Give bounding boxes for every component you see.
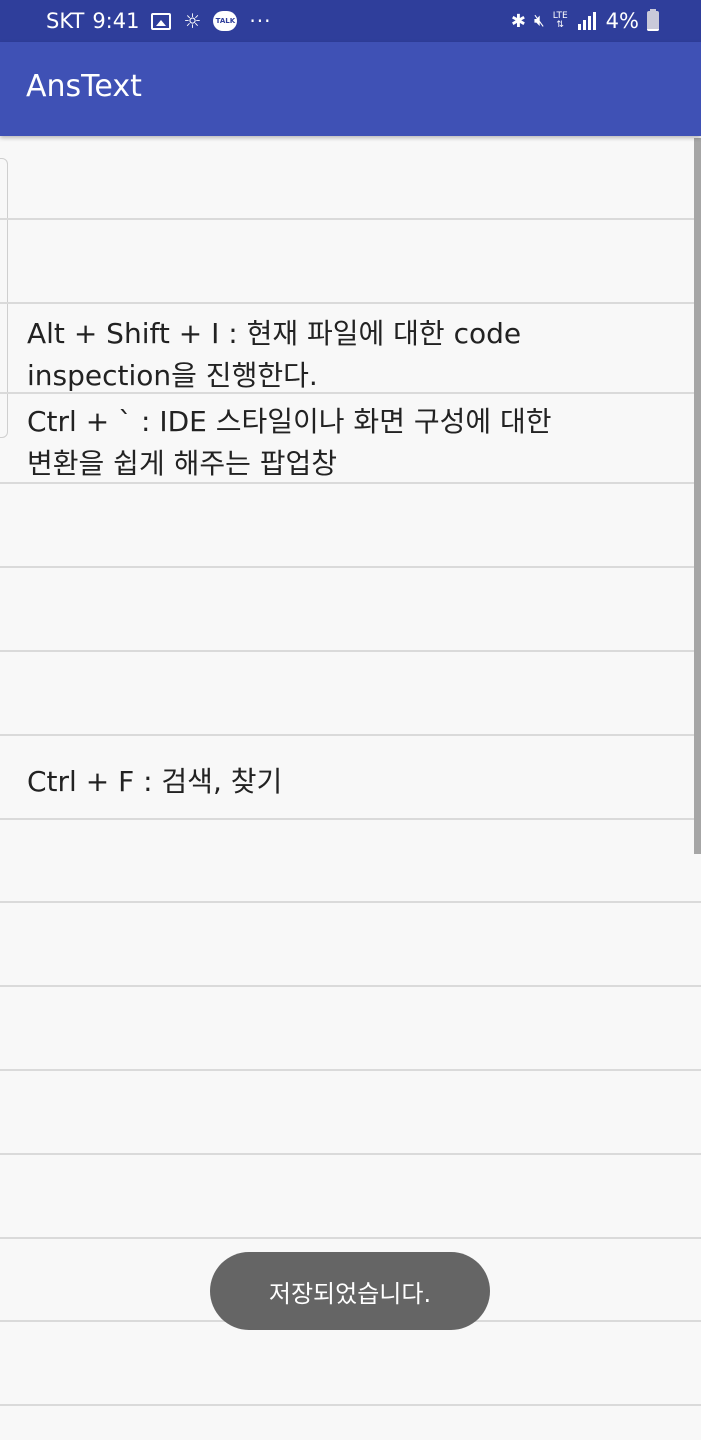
lte-icon: LTE ⇅ — [552, 11, 568, 30]
mute-icon: 🔇︎ — [533, 11, 545, 31]
brightness-icon: ☼ — [183, 9, 202, 33]
status-bar: SKT 9:41 ☼ TALK ··· ✱ 🔇︎ LTE ⇅ 4% — [0, 0, 701, 42]
battery-percent: 4% — [605, 9, 639, 33]
app-bar: AnsText — [0, 42, 701, 136]
note-text-line[interactable]: Ctrl + F : 검색, 찾기 — [27, 760, 667, 800]
ruled-line — [0, 218, 701, 220]
ruled-line — [0, 1153, 701, 1155]
ruled-line — [0, 985, 701, 987]
ruled-line — [0, 302, 701, 304]
note-text-line[interactable]: Alt + Shift + I : 현재 파일에 대한 code — [27, 312, 667, 352]
ruled-line — [0, 1237, 701, 1239]
ruled-line — [0, 1404, 701, 1406]
ruled-line — [0, 901, 701, 903]
ruled-line — [0, 650, 701, 652]
ruled-line — [0, 566, 701, 568]
note-text-line[interactable]: inspection을 진행한다. — [27, 354, 667, 394]
ruled-line — [0, 482, 701, 484]
status-right-group: ✱ 🔇︎ LTE ⇅ 4% — [511, 9, 659, 33]
toast-message: 저장되었습니다. — [210, 1252, 490, 1330]
signal-icon — [576, 12, 598, 30]
edge-handle — [0, 158, 8, 438]
image-icon — [151, 12, 172, 30]
app-title: AnsText — [26, 69, 142, 104]
ruled-line — [0, 734, 701, 736]
battery-fill — [647, 29, 659, 31]
talk-icon: TALK — [213, 11, 238, 31]
more-icon: ··· — [249, 9, 272, 33]
bluetooth-icon: ✱ — [510, 10, 526, 32]
note-editor[interactable]: Alt + Shift + I : 현재 파일에 대한 code inspect… — [0, 136, 701, 1440]
scrollbar[interactable] — [694, 138, 701, 854]
note-text-line[interactable]: Ctrl + ` : IDE 스타일이나 화면 구성에 대한 — [27, 400, 667, 440]
ruled-line — [0, 1069, 701, 1071]
status-left-group: SKT 9:41 ☼ TALK ··· — [46, 9, 272, 33]
carrier-label: SKT — [46, 9, 85, 33]
note-text-line[interactable]: 변환을 쉽게 해주는 팝업창 — [27, 442, 667, 482]
clock: 9:41 — [92, 9, 140, 33]
ruled-line — [0, 818, 701, 820]
battery-icon — [647, 9, 659, 31]
